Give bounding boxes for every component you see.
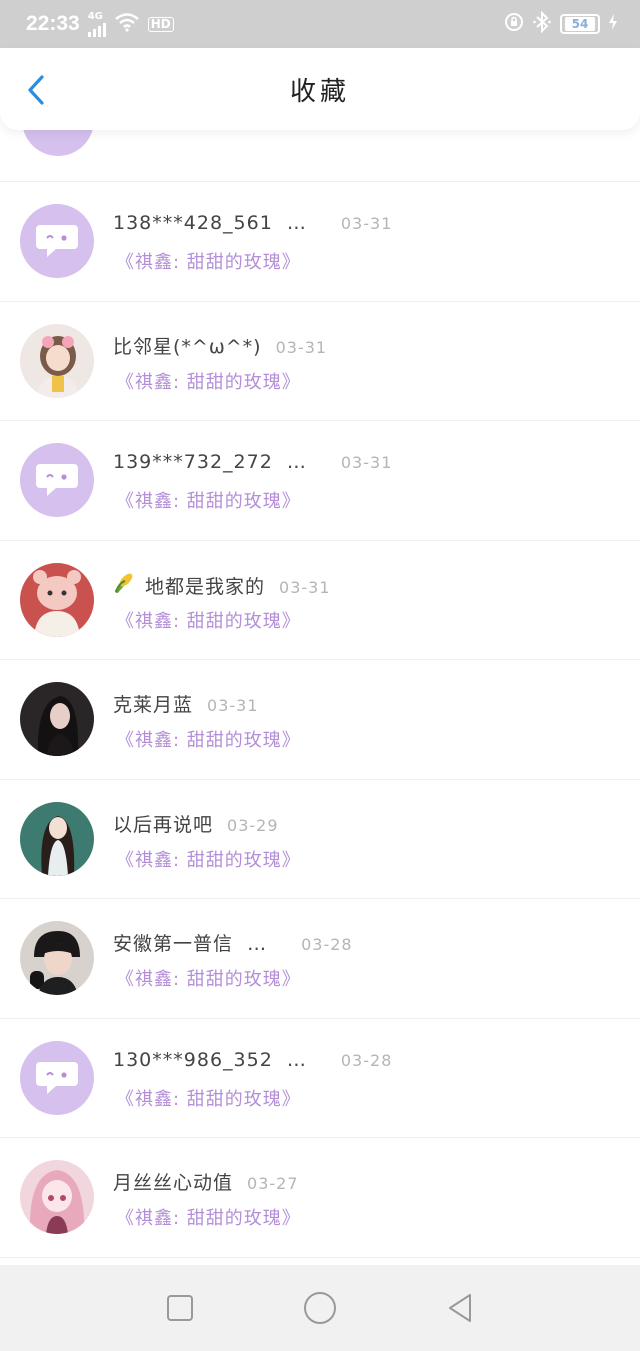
nav-back-button[interactable]: [440, 1288, 480, 1328]
chat-bubble-icon: [36, 464, 78, 496]
hd-badge: HD: [147, 16, 174, 32]
item-date: 03-31: [340, 453, 393, 472]
triangle-back-icon: [449, 1294, 471, 1322]
user-name: 以后再说吧: [113, 813, 214, 836]
item-date: 03-31: [275, 337, 328, 357]
user-name: 比邻星(*^ω^*): [113, 335, 262, 358]
chat-bubble-icon: [36, 1061, 78, 1094]
avatar: [22, 130, 94, 156]
square-icon: [167, 1295, 193, 1321]
recent-apps-button[interactable]: [160, 1288, 200, 1328]
list-item[interactable]: 130***986_352 … 03-28 《祺鑫: 甜甜的玫瑰》: [0, 1019, 640, 1138]
plush-toy-avatar[interactable]: [20, 562, 94, 637]
item-header: 月丝丝心动值 03-27: [113, 1168, 299, 1195]
boy-headphones-avatar[interactable]: [20, 921, 94, 995]
user-name: 130***986_352 …: [113, 1048, 307, 1071]
user-name: 安徽第一普信 …: [113, 933, 268, 955]
item-header: 比邻星(*^ω^*) 03-31: [113, 332, 327, 359]
song-source[interactable]: 《祺鑫: 甜甜的玫瑰》: [116, 965, 301, 991]
item-date: 03-31: [340, 214, 393, 233]
default-chat-avatar[interactable]: [20, 443, 94, 517]
default-chat-avatar[interactable]: [20, 204, 94, 278]
bluetooth-icon: [532, 10, 552, 37]
item-date: 03-28: [301, 935, 353, 954]
system-nav-bar: [0, 1265, 640, 1351]
status-bar: 22:33 4G HD 54: [0, 0, 640, 48]
signal-icon: [87, 21, 106, 37]
item-header: 地都是我家的 03-31: [113, 571, 331, 599]
lock-rotation-icon: [504, 12, 524, 36]
song-source[interactable]: 《祺鑫: 甜甜的玫瑰》: [116, 1085, 301, 1111]
item-header: 139***732_272 … 03-31: [113, 451, 392, 473]
user-name: 139***732_272 …: [113, 451, 307, 473]
item-date: 03-31: [279, 577, 331, 597]
item-date: 03-31: [207, 696, 259, 715]
item-header: 138***428_561 … 03-31: [113, 212, 392, 234]
charging-icon: [608, 13, 618, 35]
item-header: 以后再说吧 03-29: [113, 810, 279, 837]
status-left: 22:33 4G HD: [26, 10, 174, 37]
list-item-partial[interactable]: [0, 130, 640, 182]
dark-portrait-avatar[interactable]: [20, 682, 94, 756]
network-type: 4G: [87, 10, 103, 22]
pink-anime-avatar[interactable]: [20, 1160, 94, 1234]
list-item[interactable]: 比邻星(*^ω^*) 03-31 《祺鑫: 甜甜的玫瑰》: [0, 302, 640, 421]
user-name: 地都是我家的: [145, 575, 266, 598]
app-header: 收藏: [0, 48, 640, 130]
list-item[interactable]: 克莱月蓝 03-31 《祺鑫: 甜甜的玫瑰》: [0, 660, 640, 780]
status-right: 54: [504, 10, 618, 37]
default-chat-avatar[interactable]: [20, 1040, 94, 1115]
item-header: 克莱月蓝 03-31: [113, 690, 259, 717]
item-date: 03-28: [340, 1050, 393, 1070]
list-item[interactable]: 以后再说吧 03-29 《祺鑫: 甜甜的玫瑰》: [0, 780, 640, 899]
wifi-icon: [114, 12, 140, 36]
girl-photo-avatar[interactable]: [20, 323, 94, 398]
item-date: 03-29: [227, 815, 279, 835]
song-source[interactable]: 《祺鑫: 甜甜的玫瑰》: [116, 487, 301, 513]
battery-icon: 54: [560, 14, 600, 34]
user-name: 138***428_561 …: [113, 212, 307, 234]
battery-level: 54: [565, 17, 595, 31]
back-button[interactable]: [18, 72, 54, 108]
favorites-list[interactable]: 138***428_561 … 03-31 《祺鑫: 甜甜的玫瑰》 比邻星(*^…: [0, 130, 640, 1265]
circle-icon: [304, 1292, 336, 1324]
chat-bubble-icon: [36, 225, 78, 257]
song-source[interactable]: 《祺鑫: 甜甜的玫瑰》: [116, 726, 301, 752]
status-time: 22:33: [26, 12, 80, 35]
item-header: 安徽第一普信 … 03-28: [113, 929, 353, 956]
user-name: 克莱月蓝: [113, 694, 194, 716]
chevron-left-icon: [28, 75, 44, 105]
corn-emoji-icon: [115, 573, 133, 593]
item-header: 130***986_352 … 03-28: [113, 1049, 392, 1071]
home-button[interactable]: [300, 1288, 340, 1328]
item-date: 03-27: [247, 1174, 299, 1193]
list-item[interactable]: 安徽第一普信 … 03-28 《祺鑫: 甜甜的玫瑰》: [0, 899, 640, 1019]
song-source[interactable]: 《祺鑫: 甜甜的玫瑰》: [116, 846, 301, 872]
song-source[interactable]: 《祺鑫: 甜甜的玫瑰》: [116, 607, 301, 633]
cell-signal: 4G: [87, 10, 106, 37]
song-source[interactable]: 《祺鑫: 甜甜的玫瑰》: [116, 248, 301, 274]
song-source[interactable]: 《祺鑫: 甜甜的玫瑰》: [116, 368, 301, 394]
list-item[interactable]: 138***428_561 … 03-31 《祺鑫: 甜甜的玫瑰》: [0, 182, 640, 302]
list-item[interactable]: 月丝丝心动值 03-27 《祺鑫: 甜甜的玫瑰》: [0, 1138, 640, 1258]
anime-girl-avatar[interactable]: [20, 801, 94, 876]
user-name: 月丝丝心动值: [113, 1172, 234, 1194]
song-source[interactable]: 《祺鑫: 甜甜的玫瑰》: [116, 1204, 301, 1230]
page-title: 收藏: [289, 76, 350, 107]
list-item[interactable]: 139***732_272 … 03-31 《祺鑫: 甜甜的玫瑰》: [0, 421, 640, 541]
list-item[interactable]: 地都是我家的 03-31 《祺鑫: 甜甜的玫瑰》: [0, 541, 640, 660]
